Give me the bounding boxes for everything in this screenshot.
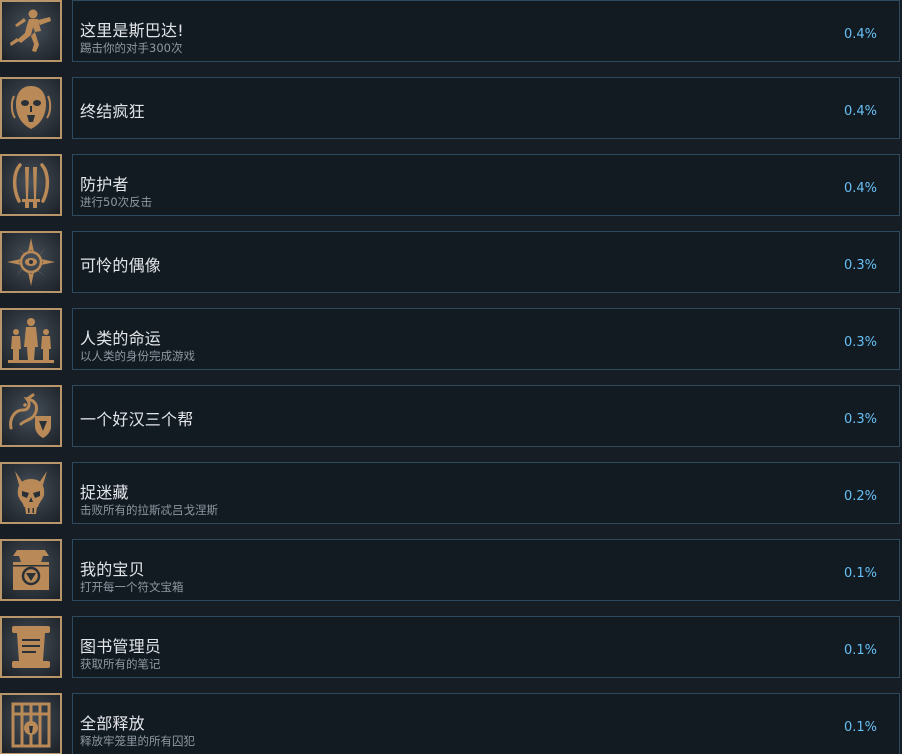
achievement-title: 人类的命运 (80, 329, 162, 348)
achievement-panel: 可怜的偶像 0.3% (72, 231, 900, 293)
achievement-description: 踢击你的对手300次 (80, 41, 183, 55)
masked-face-icon (0, 77, 62, 139)
unlock-percentage: 0.1% (843, 566, 877, 581)
achievement-description: 释放牢笼里的所有囚犯 (80, 734, 195, 748)
achievement-panel: 我的宝贝 打开每一个符文宝箱 0.1% (72, 539, 900, 601)
eye-sigil-icon (0, 231, 62, 293)
kicking-warrior-icon (0, 0, 62, 62)
unlock-percentage: 0.1% (843, 720, 877, 735)
achievement-row[interactable]: 人类的命运 以人类的身份完成游戏 0.3% (0, 308, 902, 374)
achievement-title: 可怜的偶像 (80, 256, 162, 275)
achievement-panel: 人类的命运 以人类的身份完成游戏 0.3% (72, 308, 900, 370)
achievement-panel: 这里是斯巴达! 踢击你的对手300次 0.4% (72, 0, 900, 62)
unlock-percentage: 0.4% (843, 181, 877, 196)
unlock-percentage: 0.3% (843, 412, 877, 427)
achievement-row[interactable]: 终结疯狂 0.4% (0, 77, 902, 143)
achievement-row[interactable]: 捉迷藏 击败所有的拉斯忒吕戈涅斯 0.2% (0, 462, 902, 528)
achievement-title: 我的宝贝 (80, 560, 145, 579)
achievement-title: 这里是斯巴达! (80, 21, 184, 40)
achievement-title: 防护者 (80, 175, 129, 194)
achievement-row[interactable]: 防护者 进行50次反击 0.4% (0, 154, 902, 220)
achievement-row[interactable]: 我的宝贝 打开每一个符文宝箱 0.1% (0, 539, 902, 605)
achievement-description: 打开每一个符文宝箱 (80, 580, 184, 594)
dragon-shield-icon (0, 385, 62, 447)
achievement-panel: 全部释放 释放牢笼里的所有囚犯 0.1% (72, 693, 900, 754)
achievement-panel: 一个好汉三个帮 0.3% (72, 385, 900, 447)
achievement-row[interactable]: 图书管理员 获取所有的笔记 0.1% (0, 616, 902, 682)
achievement-title: 一个好汉三个帮 (80, 410, 194, 429)
human-figures-icon (0, 308, 62, 370)
scroll-icon (0, 616, 62, 678)
achievement-description: 以人类的身份完成游戏 (80, 349, 195, 363)
achievement-list: 这里是斯巴达! 踢击你的对手300次 0.4% 终结疯狂 0.4% 防护者 进行… (0, 0, 902, 754)
horned-skull-icon (0, 462, 62, 524)
unlock-percentage: 0.4% (843, 27, 877, 42)
achievement-row[interactable]: 全部释放 释放牢笼里的所有囚犯 0.1% (0, 693, 902, 754)
achievement-row[interactable]: 这里是斯巴达! 踢击你的对手300次 0.4% (0, 0, 902, 66)
crossed-blades-icon (0, 154, 62, 216)
achievement-row[interactable]: 一个好汉三个帮 0.3% (0, 385, 902, 451)
achievement-panel: 图书管理员 获取所有的笔记 0.1% (72, 616, 900, 678)
unlock-percentage: 0.3% (843, 335, 877, 350)
achievement-description: 进行50次反击 (80, 195, 153, 209)
achievement-description: 获取所有的笔记 (80, 657, 161, 671)
achievement-title: 全部释放 (80, 714, 145, 733)
achievement-description: 击败所有的拉斯忒吕戈涅斯 (80, 503, 218, 517)
rune-chest-icon (0, 539, 62, 601)
achievement-panel: 捉迷藏 击败所有的拉斯忒吕戈涅斯 0.2% (72, 462, 900, 524)
unlock-percentage: 0.4% (843, 104, 877, 119)
achievement-title: 终结疯狂 (80, 102, 145, 121)
unlock-percentage: 0.2% (843, 489, 877, 504)
achievement-row[interactable]: 可怜的偶像 0.3% (0, 231, 902, 297)
achievement-panel: 防护者 进行50次反击 0.4% (72, 154, 900, 216)
achievement-title: 捉迷藏 (80, 483, 129, 502)
achievement-title: 图书管理员 (80, 637, 162, 656)
achievement-panel: 终结疯狂 0.4% (72, 77, 900, 139)
unlock-percentage: 0.1% (843, 643, 877, 658)
unlock-percentage: 0.3% (843, 258, 877, 273)
cage-lock-icon (0, 693, 62, 754)
